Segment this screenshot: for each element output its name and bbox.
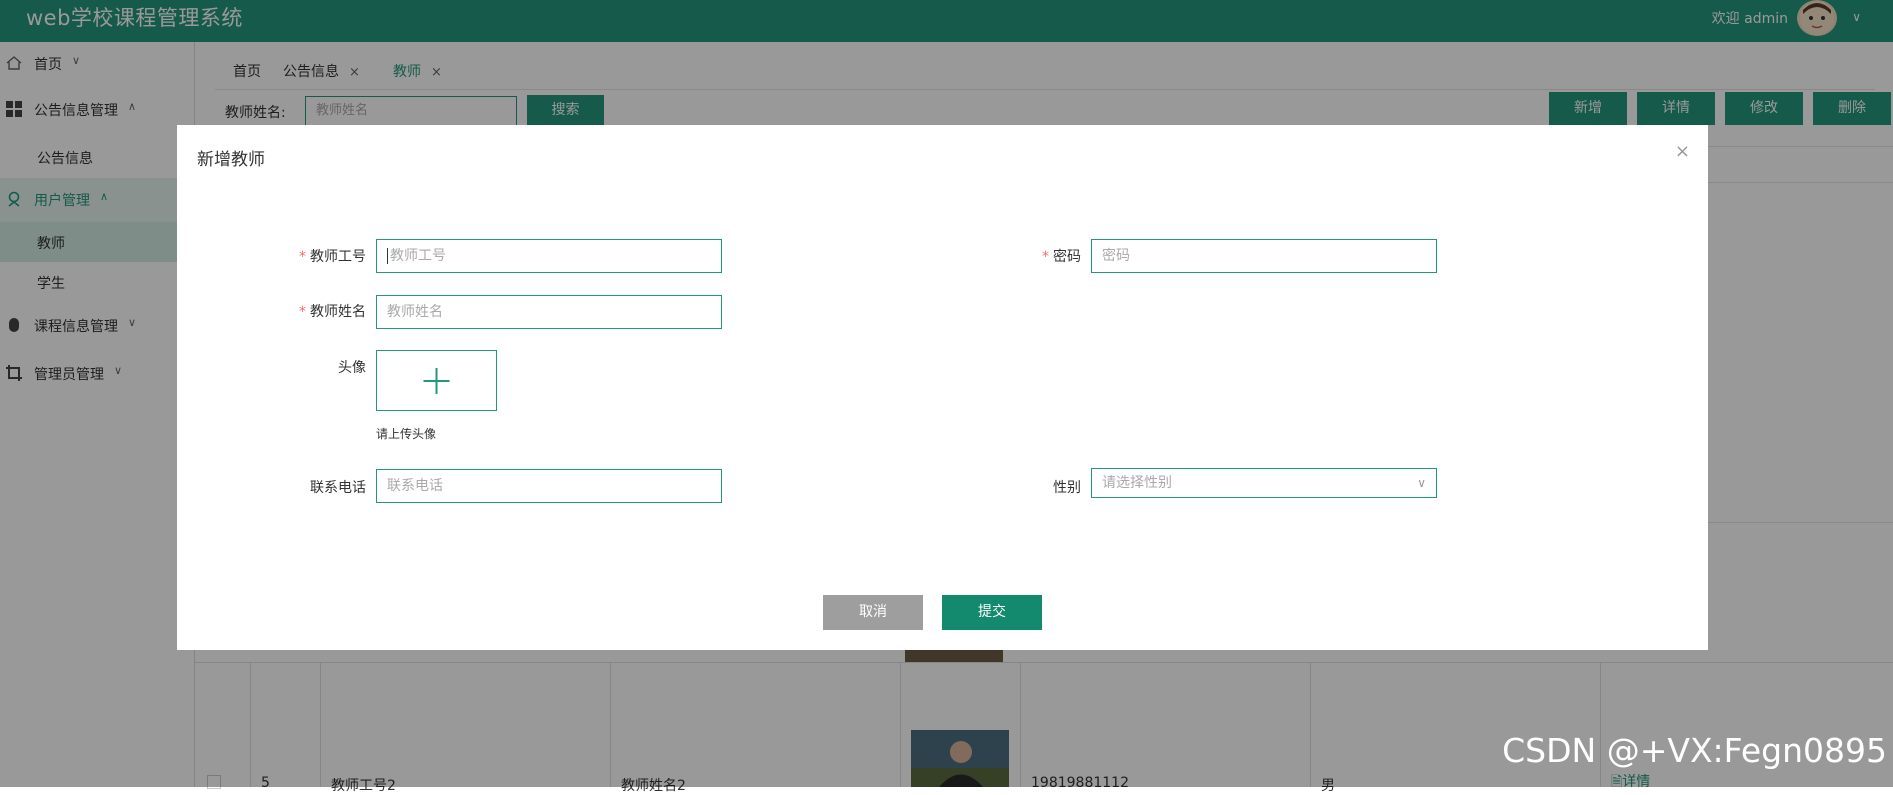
watermark: CSDN @+VX:Fegn0895	[1502, 731, 1887, 770]
cancel-button[interactable]: 取消	[823, 595, 923, 630]
gender-select[interactable]: 请选择性别 ∨	[1091, 468, 1437, 498]
teacher-name-input[interactable]: 教师姓名	[376, 295, 722, 329]
teacher-no-label: * 教师工号	[299, 249, 366, 265]
phone-label: 联系电话	[310, 480, 366, 496]
phone-input[interactable]: 联系电话	[376, 469, 722, 503]
plus-icon	[423, 368, 450, 394]
gender-placeholder: 请选择性别	[1102, 475, 1172, 491]
password-label: * 密码	[1042, 249, 1081, 265]
password-placeholder: 密码	[1102, 248, 1130, 264]
avatar-uploader[interactable]	[376, 350, 497, 411]
teacher-no-placeholder: 教师工号	[390, 248, 446, 264]
chevron-down-icon: ∨	[1417, 476, 1426, 490]
submit-button[interactable]: 提交	[942, 595, 1042, 630]
close-icon[interactable]: ×	[1675, 141, 1690, 162]
avatar-label: 头像	[338, 360, 366, 376]
password-input[interactable]: 密码	[1091, 239, 1437, 273]
dialog-title: 新增教师	[197, 150, 265, 170]
gender-label: 性别	[1053, 480, 1081, 496]
text-cursor	[387, 248, 388, 264]
teacher-no-input[interactable]: 教师工号	[376, 239, 722, 273]
teacher-name-label: * 教师姓名	[299, 304, 366, 320]
add-teacher-dialog: 新增教师 × * 教师工号 教师工号 * 密码 密码 * 教师姓名 教师姓名 头像 请…	[177, 125, 1708, 650]
phone-placeholder: 联系电话	[387, 478, 443, 494]
teacher-name-placeholder: 教师姓名	[387, 304, 443, 320]
avatar-tip: 请上传头像	[376, 427, 437, 441]
